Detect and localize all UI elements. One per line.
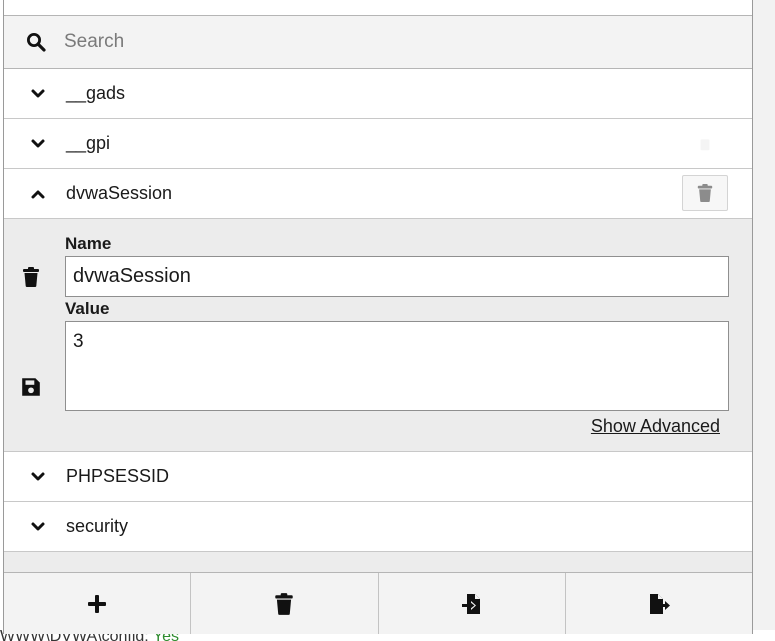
- cookie-row-security[interactable]: security: [4, 502, 752, 552]
- file-export-icon: [649, 593, 670, 614]
- chevron-down-icon[interactable]: [28, 84, 48, 104]
- cookie-name: dvwaSession: [66, 183, 173, 203]
- import-button[interactable]: [379, 573, 566, 634]
- cookie-name-input[interactable]: [65, 256, 729, 297]
- value-label: Value: [65, 299, 110, 318]
- trash-icon[interactable]: [20, 266, 42, 288]
- cookie-value-input[interactable]: 3: [65, 321, 729, 411]
- search-bar: [4, 16, 752, 69]
- cookie-details-panel: Name Value 3 Show Advanced: [4, 219, 752, 452]
- file-import-icon: [461, 593, 480, 614]
- chevron-down-icon[interactable]: [28, 517, 48, 537]
- delete-cookie-button[interactable]: [682, 125, 728, 161]
- cookie-row-gads[interactable]: __gads: [4, 69, 752, 119]
- trash-icon: [700, 139, 710, 151]
- background-page-edge: [753, 0, 775, 641]
- trash-icon: [275, 592, 294, 615]
- name-label: Name: [65, 234, 112, 253]
- search-icon: [27, 33, 46, 52]
- chevron-up-icon[interactable]: [28, 184, 48, 204]
- cookie-row-dvwasession[interactable]: dvwaSession: [4, 169, 752, 219]
- chevron-down-icon[interactable]: [28, 134, 48, 154]
- cookie-row-gpi[interactable]: __gpi: [4, 119, 752, 169]
- cookie-editor-popup: __gads __gpi dvwaSession: [3, 0, 753, 634]
- trash-icon: [697, 184, 713, 202]
- chevron-down-icon[interactable]: [28, 467, 48, 487]
- delete-cookie-button[interactable]: [682, 175, 728, 211]
- cookie-name: security: [66, 516, 129, 536]
- show-advanced-link[interactable]: Show Advanced: [591, 416, 720, 437]
- plus-icon: [88, 594, 107, 613]
- add-cookie-button[interactable]: [4, 573, 192, 634]
- search-input[interactable]: [64, 31, 664, 53]
- cookie-row-phpsessid[interactable]: PHPSESSID: [4, 452, 752, 502]
- bottom-toolbar: [4, 572, 752, 634]
- delete-all-button[interactable]: [191, 573, 379, 634]
- export-button[interactable]: [566, 573, 752, 634]
- cookie-name: __gads: [66, 83, 126, 103]
- save-icon[interactable]: [20, 376, 42, 398]
- cookie-name: PHPSESSID: [66, 466, 170, 486]
- popup-top-edge: [4, 0, 752, 16]
- list-bottom-padding: [4, 552, 752, 574]
- cookie-name: __gpi: [66, 133, 111, 153]
